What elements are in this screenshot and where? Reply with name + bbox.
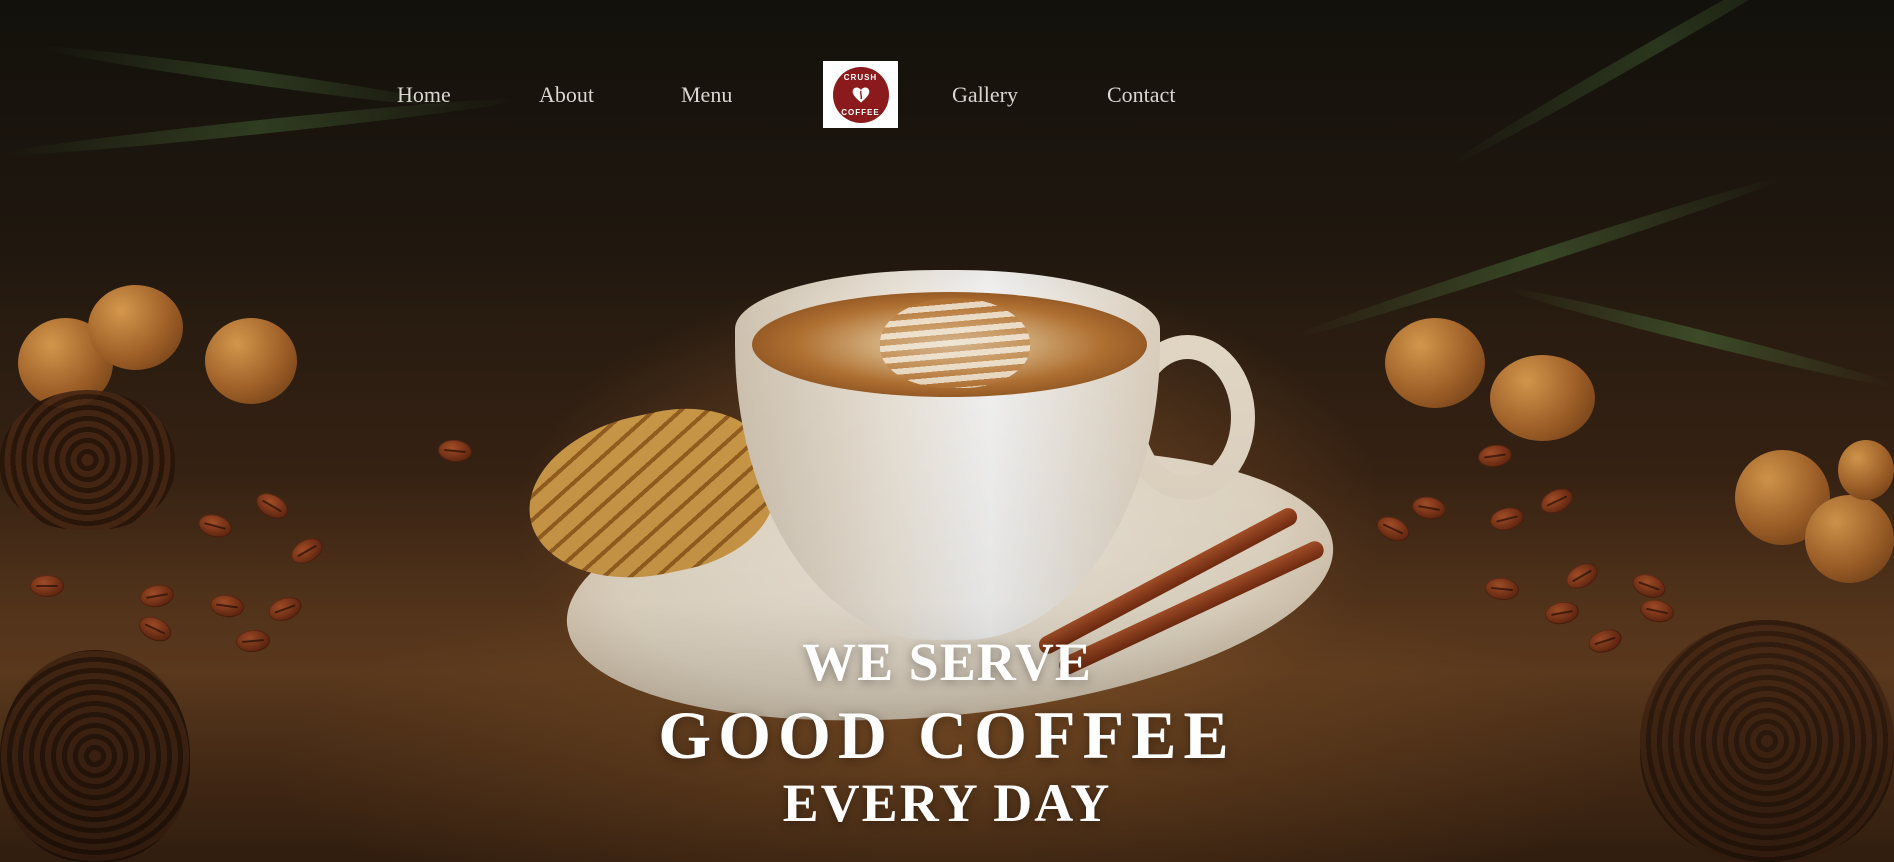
coffee-bean-heart-icon	[852, 87, 869, 102]
hero-headline-line1: WE SERVE	[802, 632, 1092, 692]
hero-section: Home About Menu CRUSH COFFEE Gallery Con…	[0, 0, 1894, 862]
nav-link-contact[interactable]: Contact	[1107, 80, 1175, 110]
main-navigation: Home About Menu CRUSH COFFEE Gallery Con…	[0, 0, 1894, 190]
logo-text-bottom: COFFEE	[841, 107, 880, 117]
nav-link-gallery[interactable]: Gallery	[952, 80, 1018, 110]
nav-link-about[interactable]: About	[539, 80, 594, 110]
nav-link-menu[interactable]: Menu	[681, 80, 732, 110]
nav-link-home[interactable]: Home	[397, 80, 451, 110]
logo-badge: CRUSH COFFEE	[832, 66, 889, 123]
brand-logo[interactable]: CRUSH COFFEE	[823, 61, 898, 128]
hero-headline-line2: GOOD COFFEE	[658, 697, 1236, 773]
logo-text-top: CRUSH	[843, 72, 878, 82]
hero-headline-line3: EVERY DAY	[782, 773, 1112, 833]
